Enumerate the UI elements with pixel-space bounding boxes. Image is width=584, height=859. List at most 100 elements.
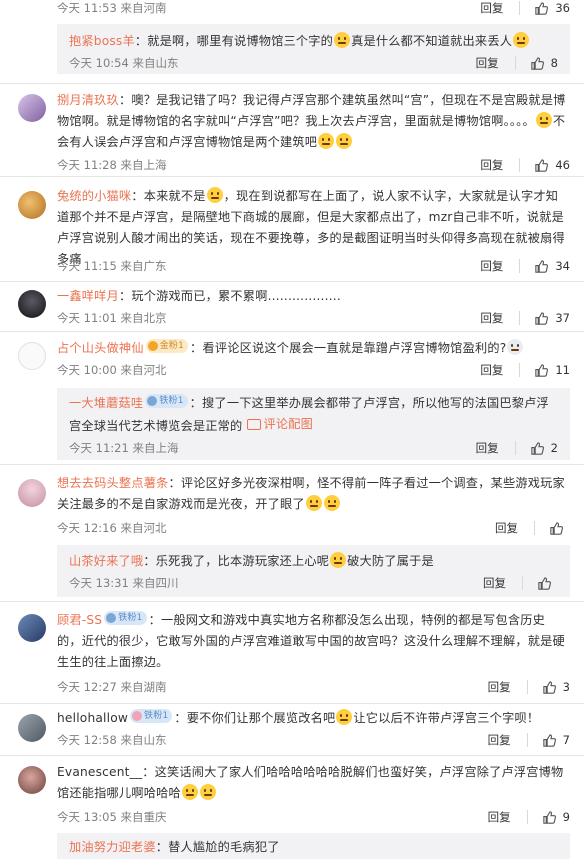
reply-button[interactable]: 回复 [495,520,518,536]
like-count: 46 [555,158,570,172]
emoji-icon [181,784,198,800]
reply-button[interactable]: 回复 [480,157,503,173]
comment-text: 让它以后不许带卢浮宫三个字呗！ [353,711,540,725]
emoji-icon [535,112,552,128]
fan-badge: 铁粉1 [145,394,188,408]
reply-button[interactable]: 回复 [476,440,499,456]
reply-button[interactable]: 回复 [488,679,511,695]
comment-item: Evanescent__：这笑话闹大了家人们哈哈哈哈哈哈脱解们也蛮好笑，卢浮宫除… [0,756,584,828]
like-count: 7 [562,733,570,747]
like-button[interactable]: 3 [542,680,570,695]
comment-meta: 今天 11:53 来自河南 [57,1,167,15]
reply-button[interactable]: 回复 [480,258,503,274]
reply-button[interactable]: 回复 [480,0,503,16]
username-link[interactable]: 山茶好来了哦 [69,554,143,568]
avatar[interactable] [18,614,46,642]
comment-meta: 今天 13:31 来自四川 [69,576,179,590]
comment-meta: 今天 12:58 来自山东 [57,733,167,747]
comment-text: ：本来就不是 [131,189,206,203]
like-button[interactable]: 2 [530,441,558,456]
comment-item: 今天 11:53 来自河南 回复 36 [0,0,584,22]
like-count: 9 [562,810,570,824]
like-count: 8 [550,56,558,70]
comment-meta: 今天 13:05 来自重庆 [57,810,167,824]
username-link[interactable]: 一大堆蘑菇哇 [69,396,143,410]
view-image-link[interactable]: 评论配图 [246,414,314,435]
like-count: 37 [555,311,570,325]
fan-badge: 铁粉1 [130,709,173,723]
reply-text: ：就是啊，哪里有说博物馆三个字的 [134,34,334,48]
comment-meta: 今天 12:16 来自河北 [57,521,167,535]
emoji-icon [318,133,335,149]
like-count: 3 [562,680,570,694]
username-link[interactable]: 兔统的小猫咪 [57,189,131,203]
emoji-icon [336,709,353,725]
comment-text: ：要不你们让那个展览改名吧 [174,711,336,725]
username-link[interactable]: 顾君-SS [57,613,102,627]
reply-button[interactable]: 回复 [476,55,499,71]
emoji-icon [206,187,223,203]
like-button[interactable]: 34 [534,259,570,274]
comment-item: 顾君-SS 铁粉1 ：一般网文和游戏中真实地方名称都没怎么出现，特例的都是写包含历史… [0,602,584,702]
avatar[interactable] [18,94,46,122]
emoji-icon [507,339,524,355]
like-button[interactable] [537,576,558,591]
reply-button[interactable]: 回复 [488,809,511,825]
reply-button[interactable]: 回复 [480,310,503,326]
thumbs-up-icon [535,158,549,172]
username-link[interactable]: hellohallow [57,711,128,725]
reply-button[interactable]: 回复 [488,732,511,748]
comment-meta: 今天 11:01 来自北京 [57,311,167,325]
avatar[interactable] [18,479,46,507]
comment-meta: 今天 11:15 来自广东 [57,259,167,273]
fan-badge: 铁粉1 [104,611,147,625]
comment-text: ：看评论区说这个展会一直就是靠蹭卢浮宫博物馆盈利的? [190,341,507,355]
avatar[interactable] [18,290,46,318]
like-button[interactable]: 46 [534,158,570,173]
thumbs-up-icon [538,576,552,590]
avatar[interactable] [18,191,46,219]
fan-badge: 金粉1 [145,339,189,353]
comment-meta: 今天 10:00 来自河北 [57,363,167,377]
like-button[interactable]: 7 [542,733,570,748]
avatar[interactable] [18,766,46,794]
reply-item: 加油努力迎老婆：替人尴尬的毛病犯了 [57,833,570,859]
reply-button[interactable]: 回复 [480,362,503,378]
like-count: 2 [550,441,558,455]
like-button[interactable]: 11 [534,363,570,378]
like-button[interactable]: 37 [534,311,570,326]
username-link[interactable]: 占个山头做神仙 [57,341,144,355]
like-count: 34 [555,259,570,273]
reply-item: 抱紧boss羊：就是啊，哪里有说博物馆三个字的 真是什么都不知道就出来丢人 今天 … [57,24,570,74]
username-link[interactable]: 加油努力迎老婆 [69,840,156,854]
avatar[interactable] [18,342,46,370]
reply-text: ：乐死我了，比本游玩家还上心呢 [143,554,330,568]
username-link[interactable]: Evanescent__ [57,765,142,779]
reply-text: 破大防了属于是 [347,554,434,568]
emoji-icon [513,32,530,48]
comment-meta: 今天 10:54 来自山东 [69,56,179,70]
reply-button[interactable]: 回复 [483,575,506,591]
username-link[interactable]: 想去去码头整点薯条 [57,476,169,490]
reply-item: 山茶好来了哦：乐死我了，比本游玩家还上心呢 破大防了属于是 今天 13:31 来自… [57,545,570,597]
comment-item: 捌月清玖玖：噢？是我记错了吗？我记得卢浮宫那个建筑虽然叫“宫”，但现在不是宫殿就… [0,84,584,184]
comment-item: 想去去码头整点薯条：评论区好多光夜深柑啊，怪不得前一阵子看过一个调查，某些游戏玩… [0,465,584,545]
thumbs-up-icon [542,680,556,694]
thumbs-up-icon [535,259,549,273]
like-count: 11 [555,363,570,377]
username-link[interactable]: 捌月清玖玖 [57,93,119,107]
image-icon [246,419,261,430]
emoji-icon [330,552,347,568]
like-button[interactable]: 9 [542,810,570,825]
comment-meta: 今天 12:27 来自湖南 [57,680,167,694]
username-link[interactable]: 抱紧boss羊 [69,34,135,48]
avatar[interactable] [18,714,46,742]
like-button[interactable]: 36 [534,1,570,16]
reply-text: 真是什么都不知道就出来丢人 [351,34,513,48]
like-button[interactable]: 8 [530,56,558,71]
comment-meta: 今天 11:21 来自上海 [69,441,179,455]
thumbs-up-icon [530,56,544,70]
like-button[interactable] [549,521,570,536]
thumbs-up-icon [530,441,544,455]
username-link[interactable]: 一鑫咩咩月 [57,289,119,303]
